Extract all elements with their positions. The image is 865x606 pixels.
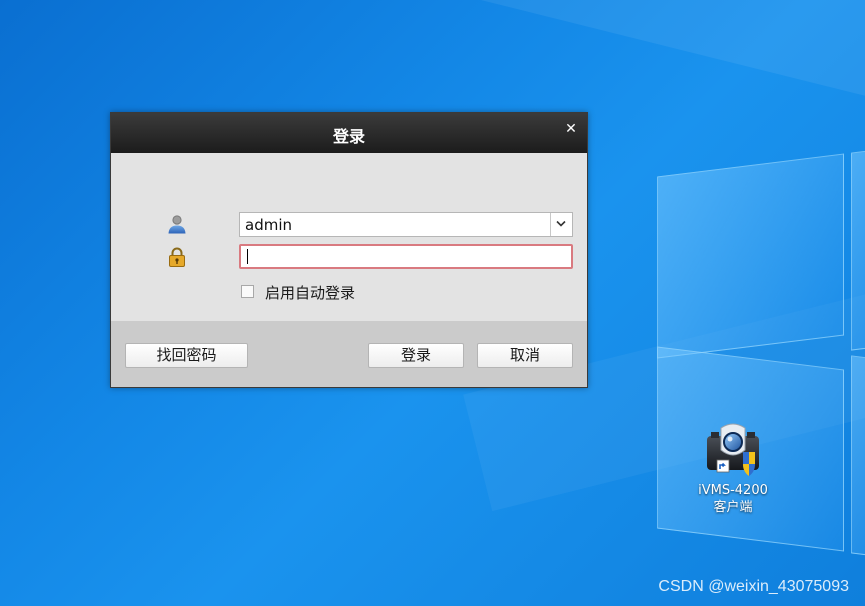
windows-logo-pane <box>851 355 865 559</box>
windows-logo-pane <box>851 147 865 351</box>
lock-icon <box>169 247 185 267</box>
ivms-4200-shortcut[interactable]: iVMS-4200 客户端 <box>686 420 780 516</box>
light-beam <box>421 0 865 131</box>
close-icon[interactable]: ✕ <box>564 122 578 136</box>
shortcut-label-line2: 客户端 <box>713 500 753 515</box>
forgot-password-button[interactable]: 找回密码 <box>125 343 248 368</box>
dialog-footer: 找回密码 登录 取消 <box>111 321 587 387</box>
password-input[interactable] <box>239 244 573 269</box>
auto-login-checkbox[interactable] <box>241 285 254 298</box>
chevron-down-icon <box>556 220 566 227</box>
cancel-button[interactable]: 取消 <box>477 343 573 368</box>
ivms-camera-icon <box>701 420 765 482</box>
auto-login-label: 启用自动登录 <box>265 284 356 302</box>
login-button[interactable]: 登录 <box>368 343 464 368</box>
username-dropdown-button[interactable] <box>550 213 572 236</box>
username-select[interactable]: admin <box>239 212 573 237</box>
watermark-text: CSDN @weixin_43075093 <box>658 578 849 595</box>
user-icon <box>168 215 186 234</box>
login-dialog: 登录 ✕ admin 启用自动登录 找回密码 登录 取消 <box>110 112 588 388</box>
dialog-body: admin 启用自动登录 <box>111 153 587 321</box>
dialog-titlebar[interactable]: 登录 ✕ <box>111 113 587 153</box>
username-value: admin <box>245 216 292 234</box>
windows-logo-pane <box>657 153 844 359</box>
shortcut-label-line1: iVMS-4200 <box>698 483 768 498</box>
dialog-title: 登录 <box>332 127 365 146</box>
text-caret <box>247 249 248 264</box>
